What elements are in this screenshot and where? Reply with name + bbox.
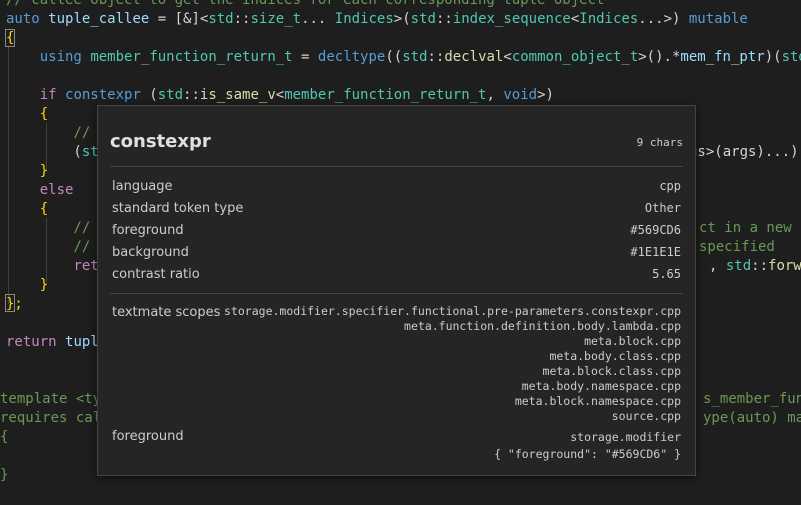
scope-item: meta.block.namespace.cpp — [514, 394, 681, 408]
code-line-26: } — [0, 467, 9, 483]
theme-foreground-label: foreground — [112, 429, 184, 444]
scope-item: source.cpp — [611, 409, 681, 423]
scope-item: meta.body.class.cpp — [549, 349, 681, 363]
scope-item: meta.body.namespace.cpp — [521, 379, 681, 393]
row-language: language cpp — [112, 179, 681, 194]
code-line-6: if constexpr (std::is_same_v<member_func… — [39, 87, 554, 103]
code-line-8: // — [6, 125, 91, 141]
code-line-12: { — [6, 201, 49, 217]
code-line-4: using member_function_return_t = decltyp… — [39, 49, 801, 65]
code-line-17: }; — [6, 296, 23, 312]
code-line-10: } — [6, 163, 49, 179]
code-line-16: } — [6, 277, 49, 293]
row-contrast-ratio: contrast ratio 5.65 — [112, 267, 681, 282]
code-line-11: else — [39, 182, 74, 198]
token-char-count: 9 chars — [636, 136, 683, 149]
code-line-1: // callee object to get the indices for … — [6, 0, 605, 8]
scope-item: meta.function.definition.body.lambda.cpp — [404, 319, 681, 333]
theme-foreground-json: { "foreground": "#569CD6" } — [494, 447, 681, 461]
theme-foreground-scope: storage.modifier — [570, 430, 681, 444]
divider — [110, 293, 683, 294]
scope-item: meta.block.cpp — [584, 334, 681, 348]
scope-item: storage.modifier.specifier.functional.pr… — [224, 304, 681, 318]
row-token-type: standard token type Other — [112, 201, 681, 216]
divider — [110, 166, 683, 167]
row-background: background #1E1E1E — [112, 245, 681, 260]
code-line-24: { — [0, 429, 9, 445]
token-name: constexpr — [110, 131, 211, 152]
code-line-19: return tupl — [6, 334, 99, 350]
code-line-9: (st gs>(args)...) — [6, 144, 799, 160]
code-line-15: ret, std::forwar — [73, 258, 801, 274]
code-line-2: auto tuple_callee = [&]<std::size_t... I… — [6, 11, 748, 27]
code-line-23: requires calype(auto) map — [0, 410, 801, 426]
row-foreground: foreground #569CD6 — [112, 223, 681, 238]
code-line-22: template <tys_member_func — [0, 391, 801, 407]
code-line-13: //ct in a new t — [6, 220, 801, 236]
textmate-scopes-list: storage.modifier.specifier.functional.pr… — [201, 304, 681, 424]
code-line-14: //specified — [6, 239, 775, 255]
code-line-7: { — [6, 106, 49, 122]
code-line-3: { — [6, 30, 15, 46]
scope-item: meta.block.class.cpp — [542, 364, 681, 378]
token-inspector-hover[interactable]: constexpr 9 chars language cpp standard … — [97, 105, 696, 476]
